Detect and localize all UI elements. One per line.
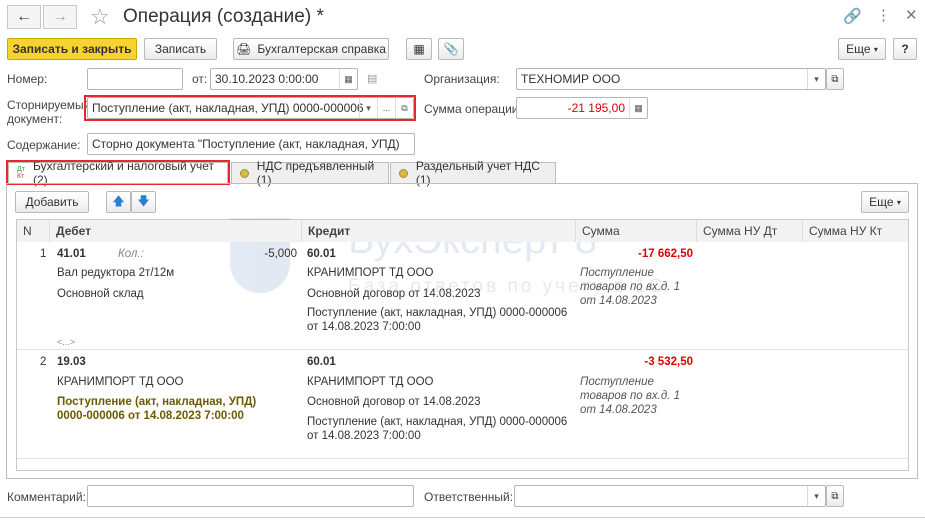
sum-label: Сумма операции: xyxy=(424,102,522,116)
more-button[interactable]: Еще ▾ xyxy=(838,38,886,60)
org-input[interactable]: ТЕХНОМИР ООО ▾ xyxy=(516,68,826,90)
credit-subconto: КРАНИМПОРТ ТД ООО xyxy=(307,376,434,388)
debit-account: 19.03 xyxy=(57,356,86,368)
printer-icon: 🖨 xyxy=(236,42,252,56)
save-and-close-button[interactable]: Записать и закрыть xyxy=(7,38,137,60)
row-divider xyxy=(17,349,908,350)
debit-subconto: КРАНИМПОРТ ТД ООО xyxy=(57,376,184,388)
credit-subconto: Основной договор от 14.08.2023 xyxy=(307,396,481,408)
row-divider xyxy=(17,458,908,459)
tab-vat-presented[interactable]: НДС предъявленный (1) xyxy=(231,159,389,187)
row-number: 2 xyxy=(40,356,47,368)
credit-subconto: Основной договор от 14.08.2023 xyxy=(307,288,481,300)
credit-account: 60.01 xyxy=(307,248,336,260)
org-value: ТЕХНОМИР ООО xyxy=(521,72,621,86)
add-button[interactable]: Добавить xyxy=(15,191,89,213)
comment-input[interactable] xyxy=(87,485,414,507)
more-subconto: <...> xyxy=(57,337,76,347)
responsible-input[interactable]: ▾ xyxy=(514,485,826,507)
storno-label: Сторнируемый документ: xyxy=(7,98,91,126)
calculator-icon[interactable]: ▦ xyxy=(629,98,647,118)
move-down-icon[interactable]: 🡇 xyxy=(131,191,156,213)
row-sum: -3 532,50 xyxy=(644,356,693,368)
accounting-report-button[interactable]: 🖨 Бухгалтерская справка xyxy=(233,38,389,60)
comment-label: Комментарий: xyxy=(7,490,86,504)
bottom-divider xyxy=(0,517,925,518)
qty-label: Кол.: xyxy=(118,248,144,260)
content-input[interactable]: Сторно документа "Поступление (акт, накл… xyxy=(87,133,415,155)
tab-highlight xyxy=(6,160,230,185)
col-debit[interactable]: Дебет xyxy=(50,220,302,242)
debit-account: 41.01 xyxy=(57,248,86,260)
help-button[interactable]: ? xyxy=(893,38,917,60)
save-button[interactable]: Записать xyxy=(144,38,217,60)
row-sum-note: Поступление товаров по вх.д. 1 от 14.08.… xyxy=(580,376,680,416)
debit-subconto: Поступление (акт, накладная, УПД) 0000-0… xyxy=(57,396,257,422)
content-label: Содержание: xyxy=(7,138,81,152)
org-label: Организация: xyxy=(424,72,500,86)
more-label: Еще xyxy=(869,195,894,209)
debit-subconto: Основной склад xyxy=(57,288,144,300)
col-n[interactable]: N xyxy=(17,220,50,242)
link-icon[interactable]: 🔗 xyxy=(843,7,862,25)
sum-input[interactable]: -21 195,00 ▦ xyxy=(516,97,648,119)
date-value: 30.10.2023 0:00:00 xyxy=(215,72,319,86)
credit-subconto: Поступление (акт, накладная, УПД) 0000-0… xyxy=(307,416,568,442)
calendar-icon[interactable]: ▦ xyxy=(339,69,357,89)
row-number: 1 xyxy=(40,248,47,260)
row-sum: -17 662,50 xyxy=(638,248,693,260)
dropdown-icon[interactable]: ▾ xyxy=(807,486,825,506)
back-button[interactable]: ← xyxy=(7,5,41,29)
number-settings-icon[interactable]: ▤ xyxy=(367,72,377,85)
qty-value: -5,000 xyxy=(264,248,297,260)
coin-icon xyxy=(399,168,408,178)
number-label: Номер: xyxy=(7,72,48,86)
debit-subconto: Вал редуктора 2т/12м xyxy=(57,267,175,279)
forward-button[interactable]: → xyxy=(43,5,77,29)
tab-separate-vat[interactable]: Раздельный учет НДС (1) xyxy=(390,159,556,187)
storno-highlight xyxy=(84,95,416,121)
table-more-button[interactable]: Еще ▾ xyxy=(861,191,909,213)
credit-account: 60.01 xyxy=(307,356,336,368)
date-label: от: xyxy=(192,72,208,86)
col-credit[interactable]: Кредит xyxy=(302,220,576,242)
credit-subconto: Поступление (акт, накладная, УПД) 0000-0… xyxy=(307,307,568,333)
dropdown-icon[interactable]: ▾ xyxy=(807,69,825,89)
date-input[interactable]: 30.10.2023 0:00:00 ▦ xyxy=(210,68,358,90)
coin-icon xyxy=(240,168,249,178)
number-input[interactable] xyxy=(87,68,183,90)
col-sum-nu-kt[interactable]: Сумма НУ Кт xyxy=(803,220,908,242)
responsible-label: Ответственный: xyxy=(424,490,514,504)
col-sum-nu-dt[interactable]: Сумма НУ Дт xyxy=(697,220,803,242)
col-sum[interactable]: Сумма xyxy=(576,220,697,242)
row-sum-note: Поступление товаров по вх.д. 1 от 14.08.… xyxy=(580,267,680,307)
attachment-icon[interactable]: 📎 xyxy=(438,38,464,60)
favorite-star-icon[interactable]: ☆ xyxy=(90,4,110,30)
credit-subconto: КРАНИМПОРТ ТД ООО xyxy=(307,267,434,279)
more-vert-icon[interactable]: ⋮ xyxy=(876,6,891,24)
structure-icon[interactable]: ▦ xyxy=(406,38,432,60)
close-icon[interactable]: ✕ xyxy=(905,6,918,24)
more-label: Еще xyxy=(846,42,871,56)
report-label: Бухгалтерская справка xyxy=(257,42,386,56)
move-up-icon[interactable]: 🡅 xyxy=(106,191,131,213)
responsible-open-icon[interactable]: ⧉ xyxy=(826,485,844,507)
sum-value: -21 195,00 xyxy=(567,101,625,115)
org-open-icon[interactable]: ⧉ xyxy=(826,68,844,90)
window-title: Операция (создание) * xyxy=(123,6,324,27)
